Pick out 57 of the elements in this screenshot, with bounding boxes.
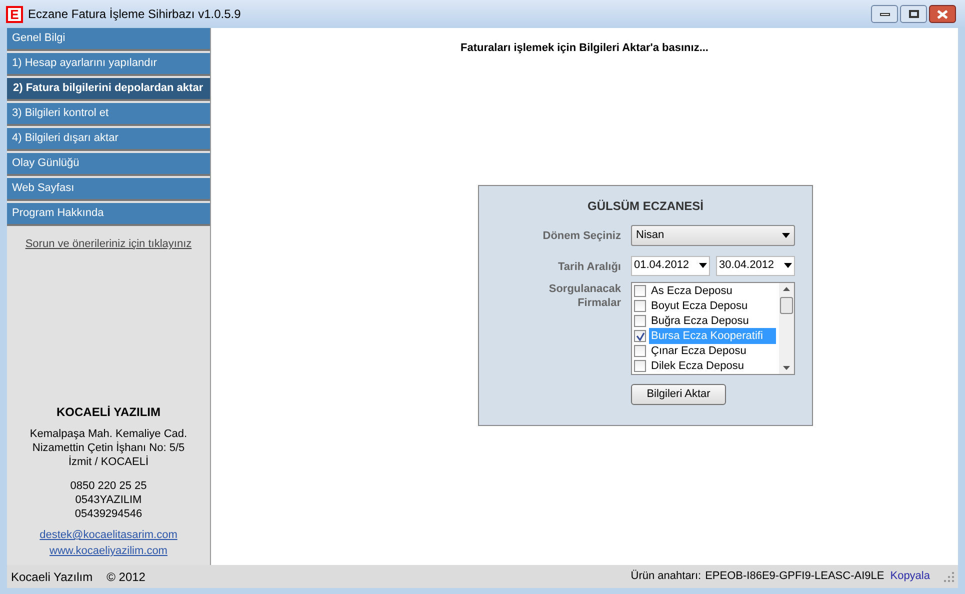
app-logo: E	[6, 6, 23, 22]
scroll-thumb[interactable]	[780, 296, 793, 314]
instruction-text: Faturaları işlemek için Bilgileri Aktar'a basınız...	[460, 41, 708, 56]
maximize-button[interactable]	[900, 5, 927, 23]
address-line: İzmit / KOCAELİ	[68, 455, 149, 469]
phone-number: 05439294546	[74, 507, 142, 521]
panel-title: GÜLSÜM ECZANESİ	[587, 198, 704, 214]
period-dropdown[interactable]: Nisan	[631, 224, 795, 246]
sidebar-item[interactable]: Olay Günlüğü	[7, 153, 210, 176]
checkbox[interactable]	[634, 360, 646, 372]
window-title: Eczane Fatura İşleme Sihirbazı v1.0.5.9	[28, 6, 241, 23]
checkbox[interactable]	[634, 285, 646, 297]
sidebar-item[interactable]: Program Hakkında	[7, 203, 210, 226]
firm-item[interactable]: Boyut Ecza Deposu	[649, 298, 776, 314]
resize-grip-icon	[944, 572, 954, 582]
status-copyright: © 2012	[106, 568, 146, 586]
import-button[interactable]: Bilgileri Aktar	[631, 384, 726, 404]
caret-icon	[699, 263, 707, 268]
firm-item[interactable]: Buğra Ecza Deposu	[649, 312, 776, 330]
address-line: Kemalpaşa Mah. Kemaliye Cad.	[30, 427, 188, 441]
copy-link[interactable]: Kopyala	[890, 568, 930, 585]
firm-item[interactable]: As Ecza Deposu	[649, 282, 776, 300]
period-label: Dönem Seçiniz	[542, 228, 621, 244]
sidebar-item[interactable]: Genel Bilgi	[7, 28, 210, 51]
sidebar-item[interactable]: Web Sayfası	[7, 178, 210, 201]
scrollbar[interactable]	[779, 282, 794, 374]
close-icon	[937, 10, 948, 18]
end-date-picker[interactable]: 30.04.2012	[716, 256, 795, 276]
checkbox[interactable]	[634, 300, 646, 312]
contact-link[interactable]: www.kocaeliyazilim.com	[50, 543, 168, 559]
sidebar-item[interactable]: 4) Bilgileri dışarı aktar	[7, 128, 210, 151]
checkbox[interactable]	[634, 330, 646, 342]
scroll-up-icon	[783, 286, 790, 290]
contact-link[interactable]: destek@kocaelitasarim.com	[40, 527, 178, 543]
firms-label: Sorgulanacak Firmalar	[548, 282, 621, 310]
phone-number: 0850 220 25 25	[70, 479, 147, 493]
phone-number: 0543YAZILIM	[75, 493, 142, 507]
product-key: EPEOB-I86E9-GPFI9-LEASC-AI9LE	[705, 568, 884, 585]
checkbox[interactable]	[634, 345, 646, 357]
caret-icon	[784, 263, 792, 268]
status-company: Kocaeli Yazılım	[11, 568, 93, 586]
feedback-link[interactable]: Sorun ve önerileriniz için tıklayınız	[25, 236, 192, 252]
product-key-label: Ürün anahtarı:	[630, 568, 702, 584]
address-line: Nizamettin Çetin İşhanı No: 5/5	[32, 441, 185, 455]
sidebar-item[interactable]: 3) Bilgileri kontrol et	[7, 103, 210, 126]
company-name: KOCAELİ YAZILIM	[56, 404, 160, 421]
start-date-picker[interactable]: 01.04.2012	[631, 256, 710, 276]
firm-item[interactable]: Çınar Ecza Deposu	[649, 342, 776, 360]
scroll-down-icon	[783, 366, 790, 370]
firm-item[interactable]: Dilek Ecza Deposu	[649, 358, 776, 374]
minimize-button[interactable]	[871, 5, 898, 23]
checkbox[interactable]	[634, 315, 646, 327]
sidebar-item[interactable]: 1) Hesap ayarlarını yapılandır	[7, 53, 210, 76]
date-label: Tarih Aralığı	[557, 260, 621, 274]
close-button[interactable]	[929, 5, 956, 23]
sidebar-item[interactable]: 2) Fatura bilgilerini depolardan aktar	[7, 78, 210, 101]
caret-icon	[782, 232, 790, 238]
